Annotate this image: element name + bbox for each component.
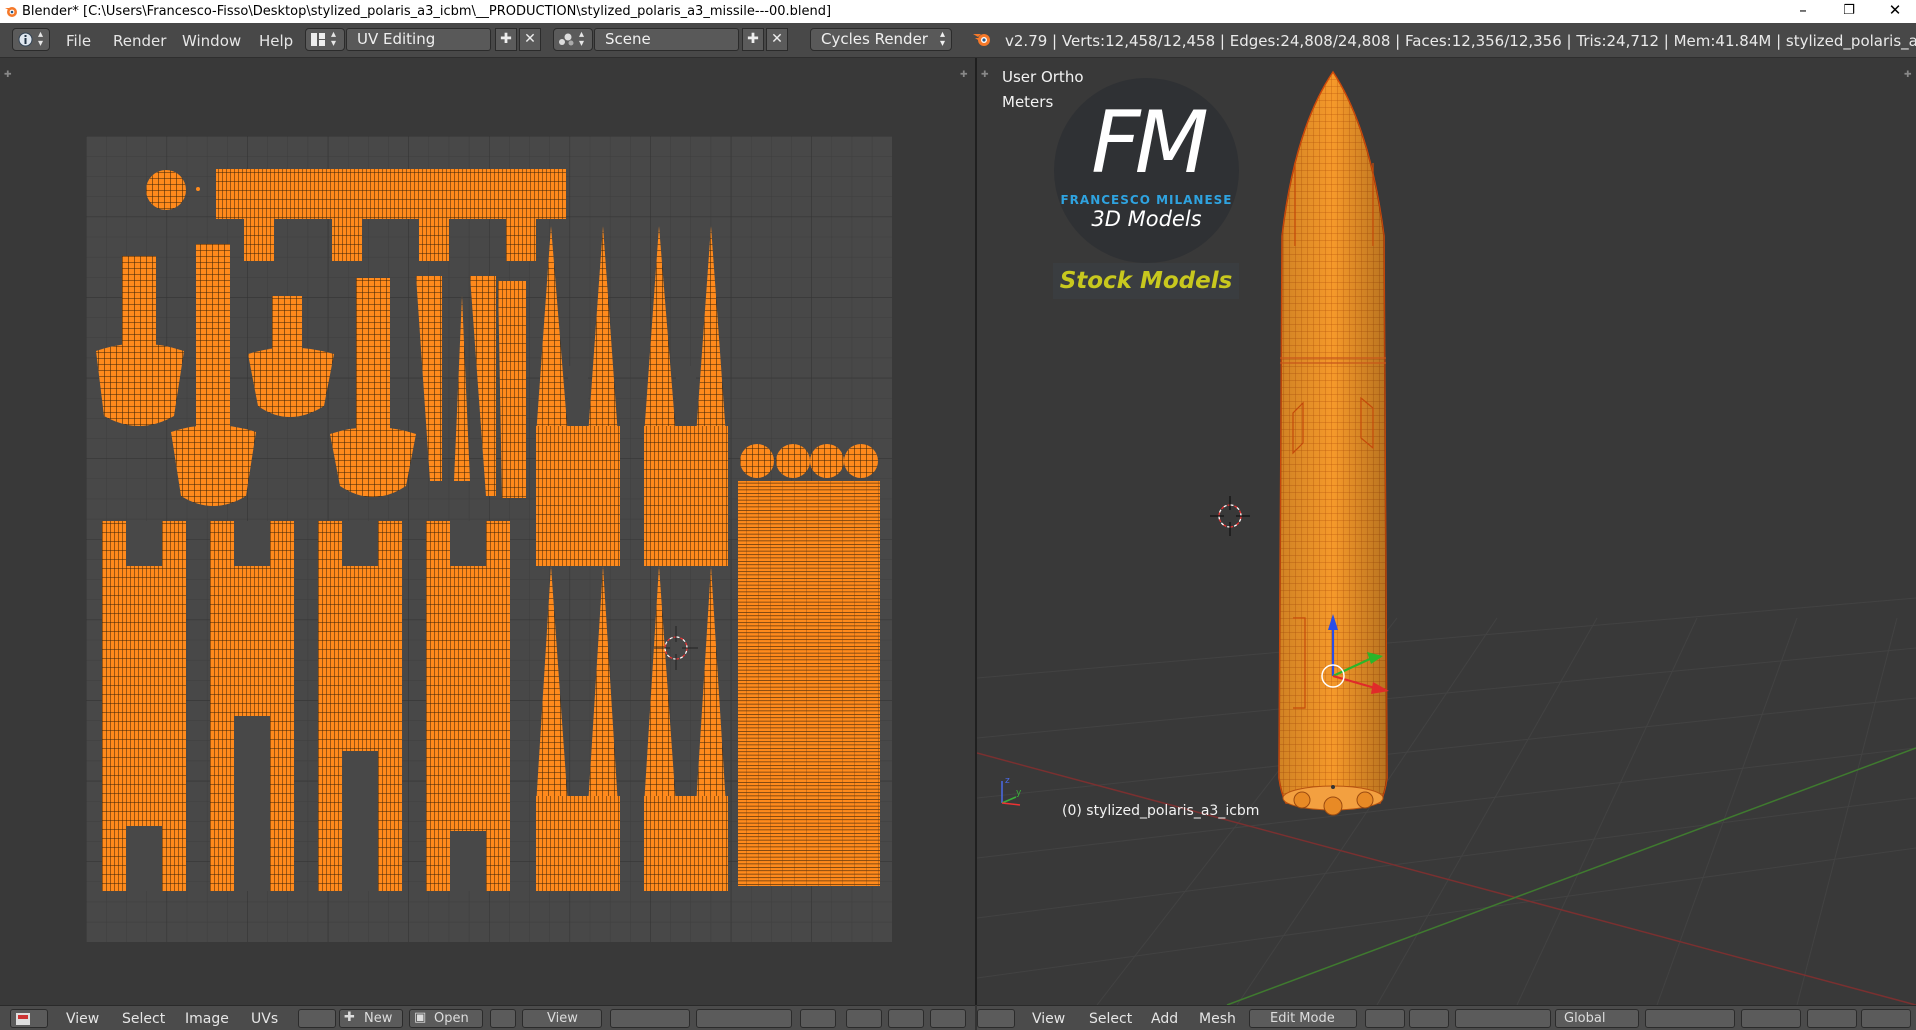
watermark-logo: FM FRANCESCO MILANESE 3D Models	[1054, 78, 1239, 263]
mode-label: Edit Mode	[1270, 1011, 1335, 1026]
3d-cursor-icon	[1210, 496, 1250, 536]
delete-scene-button[interactable]: ✕	[766, 28, 788, 51]
view-mode-label: View	[547, 1011, 578, 1026]
menu-render[interactable]: Render	[113, 32, 166, 50]
scene-browse-button[interactable]: ▴ ▾	[553, 28, 593, 51]
scene-icon	[559, 33, 574, 46]
editor-type-button[interactable]: ▴ ▾	[12, 28, 50, 51]
svg-text:z: z	[1005, 776, 1010, 786]
view-mode-select[interactable]: View	[522, 1009, 602, 1028]
minimize-button[interactable]: –	[1780, 0, 1826, 23]
pivot-select[interactable]	[610, 1009, 690, 1028]
uv-layout-canvas[interactable]	[86, 136, 892, 942]
pin-image-button[interactable]	[490, 1009, 516, 1028]
blender-app-icon	[5, 7, 17, 17]
proportional-edit-button[interactable]	[846, 1009, 882, 1028]
menu-view[interactable]: View	[1032, 1011, 1065, 1027]
plus-icon: ✚	[500, 31, 512, 47]
updown-arrows-icon: ▴ ▾	[38, 29, 44, 49]
updown-arrows-icon: ▴ ▾	[939, 29, 945, 49]
uv-editor-header: View Select Image UVs ✚ New ▣ Open View	[0, 1005, 975, 1030]
uv-select-mode-buttons[interactable]	[696, 1009, 792, 1028]
pivot-point-select[interactable]	[1409, 1009, 1449, 1028]
scene-statistics: v2.79 | Verts:12,458/12,458 | Edges:24,8…	[1005, 32, 1916, 50]
add-layout-button[interactable]: ✚	[495, 28, 517, 51]
plus-icon: ✚	[747, 31, 759, 47]
menu-help[interactable]: Help	[259, 32, 293, 50]
render-preview-button[interactable]	[1861, 1009, 1911, 1028]
render-engine-label: Cycles Render	[821, 30, 928, 48]
render-engine-select[interactable]: Cycles Render ▴ ▾	[810, 28, 952, 51]
updown-arrows-icon: ▴ ▾	[579, 29, 585, 49]
3d-viewport[interactable]: ✚ ✚ User Ortho Meters z y FM FRANCESCO M…	[977, 58, 1916, 1005]
new-label: New	[364, 1011, 393, 1026]
open-image-button[interactable]: ▣ Open	[409, 1009, 483, 1028]
info-icon	[18, 32, 33, 47]
editor-type-button[interactable]	[977, 1009, 1015, 1028]
3d-viewport-header: View Select Add Mesh Edit Mode Global	[977, 1005, 1916, 1030]
close-button[interactable]: ✕	[1872, 0, 1916, 23]
menu-mesh[interactable]: Mesh	[1199, 1011, 1236, 1027]
menu-add[interactable]: Add	[1151, 1011, 1178, 1027]
layout-browse-button[interactable]: ▴ ▾	[305, 28, 345, 51]
viewport-shading-select[interactable]	[1365, 1009, 1405, 1028]
stock-models-banner: Stock Models	[1053, 263, 1239, 299]
close-x-icon: ✕	[524, 31, 536, 47]
select-mode-buttons[interactable]	[1645, 1009, 1735, 1028]
image-browse-button[interactable]	[298, 1009, 336, 1028]
window-title-bar: Blender* [C:\Users\Francesco-Fisso\Deskt…	[0, 0, 1916, 23]
proportional-edit-button[interactable]	[1741, 1009, 1801, 1028]
axis-icon: z y	[1001, 776, 1022, 806]
open-label: Open	[434, 1011, 469, 1026]
manipulator-buttons[interactable]	[1455, 1009, 1551, 1028]
add-scene-button[interactable]: ✚	[742, 28, 764, 51]
menu-select[interactable]: Select	[122, 1011, 165, 1027]
menu-file[interactable]: File	[66, 32, 91, 50]
window-title: Blender* [C:\Users\Francesco-Fisso\Deskt…	[22, 4, 832, 19]
svg-text:y: y	[1016, 788, 1022, 798]
menu-select[interactable]: Select	[1089, 1011, 1132, 1027]
transform-orientation-select[interactable]: Global	[1555, 1009, 1639, 1028]
new-image-button[interactable]: ✚ New	[339, 1009, 403, 1028]
logo-letters: FM	[1091, 93, 1209, 193]
maximize-button[interactable]: ❐	[1826, 0, 1872, 23]
floor-grid	[977, 597, 1916, 1005]
mode-select[interactable]: Edit Mode	[1249, 1009, 1357, 1028]
snap-button[interactable]	[888, 1009, 924, 1028]
menu-window[interactable]: Window	[182, 32, 241, 50]
updown-arrows-icon: ▴ ▾	[331, 29, 337, 49]
menu-uvs[interactable]: UVs	[251, 1011, 278, 1027]
active-object-label: (0) stylized_polaris_a3_icbm	[1062, 803, 1260, 819]
grid-layout-icon	[311, 33, 325, 46]
folder-icon: ▣	[414, 1010, 427, 1025]
menu-view[interactable]: View	[66, 1011, 99, 1027]
logo-subtitle: 3D Models	[1091, 207, 1202, 231]
delete-layout-button[interactable]: ✕	[519, 28, 541, 51]
image-editor-icon	[16, 1013, 30, 1025]
snap-button[interactable]	[1807, 1009, 1857, 1028]
plus-icon: ✚	[344, 1010, 355, 1025]
uv-image-editor[interactable]: ✚ ✚	[0, 58, 975, 1005]
properties-toggle-icon[interactable]: ✚	[960, 70, 968, 80]
info-header: ▴ ▾ File Render Window Help ▴ ▾ UV Editing…	[0, 23, 1916, 58]
editor-type-button[interactable]	[10, 1009, 48, 1028]
toolshelf-toggle-icon[interactable]: ✚	[4, 70, 12, 80]
orientation-label: Global	[1564, 1011, 1606, 1026]
missile-mesh	[1278, 70, 1388, 816]
layout-name-field[interactable]: UV Editing	[346, 28, 491, 51]
logo-name: FRANCESCO MILANESE	[1060, 193, 1233, 207]
x-axis-line	[977, 752, 1916, 1005]
sticky-select-button[interactable]	[800, 1009, 836, 1028]
menu-image[interactable]: Image	[185, 1011, 229, 1027]
scene-name-field[interactable]: Scene	[594, 28, 739, 51]
uv-sync-button[interactable]	[930, 1009, 966, 1028]
close-x-icon: ✕	[771, 31, 783, 47]
blender-logo-icon	[973, 34, 990, 46]
